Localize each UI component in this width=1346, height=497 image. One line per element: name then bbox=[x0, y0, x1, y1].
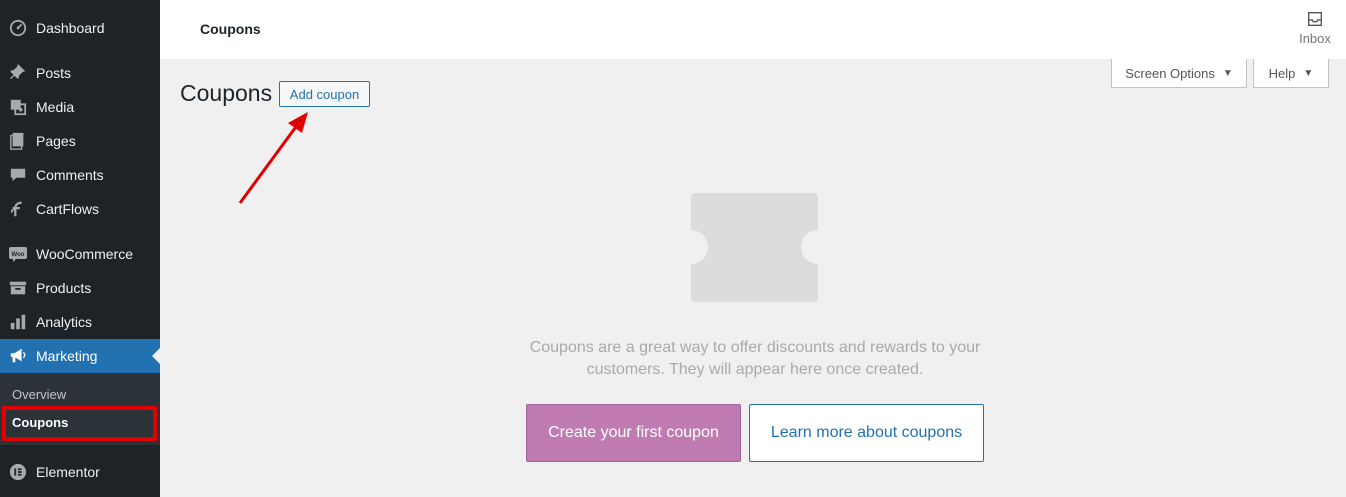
pin-icon bbox=[8, 63, 28, 83]
sidebar-item-label: Elementor bbox=[36, 464, 100, 480]
dashboard-icon bbox=[8, 18, 28, 38]
header-title: Coupons bbox=[200, 21, 261, 37]
coupon-icon bbox=[691, 193, 818, 302]
sidebar-item-elementor[interactable]: Elementor bbox=[0, 455, 160, 489]
sidebar-item-label: Posts bbox=[36, 65, 72, 81]
inbox-label: Inbox bbox=[1299, 31, 1331, 46]
help-label: Help bbox=[1268, 65, 1296, 81]
inbox-button[interactable]: Inbox bbox=[1284, 10, 1346, 46]
sidebar-item-products[interactable]: Products bbox=[0, 271, 160, 305]
sidebar-item-label: Products bbox=[36, 280, 92, 296]
sidebar-item-posts[interactable]: Posts bbox=[0, 56, 160, 90]
sidebar-item-label: Analytics bbox=[36, 314, 93, 330]
sidebar-item-comments[interactable]: Comments bbox=[0, 158, 160, 192]
annotation-highlight-box bbox=[2, 406, 157, 441]
sidebar-item-label: Dashboard bbox=[36, 20, 105, 36]
chart-bar-icon bbox=[8, 312, 28, 332]
sidebar-item-label: Marketing bbox=[36, 348, 98, 364]
media-icon bbox=[8, 97, 28, 117]
elementor-icon bbox=[8, 462, 28, 482]
sidebar-item-label: WooCommerce bbox=[36, 246, 133, 262]
sidebar-item-marketing[interactable]: Marketing bbox=[0, 339, 160, 373]
learn-more-coupons-button[interactable]: Learn more about coupons bbox=[749, 404, 984, 462]
woo-badge-text: Woo bbox=[12, 252, 25, 258]
submenu-item-overview[interactable]: Overview bbox=[12, 387, 66, 402]
caret-down-icon: ▼ bbox=[1222, 67, 1233, 79]
annotation-arrow-icon bbox=[238, 112, 308, 204]
help-button[interactable]: Help ▼ bbox=[1253, 59, 1329, 88]
sidebar-item-dashboard[interactable]: Dashboard bbox=[0, 11, 160, 45]
sidebar-item-label: Comments bbox=[36, 167, 104, 183]
sidebar-item-woocommerce[interactable]: Woo WooCommerce bbox=[0, 237, 160, 271]
empty-state-message: Coupons are a great way to offer discoun… bbox=[529, 339, 981, 378]
sidebar-item-cartflows[interactable]: CartFlows bbox=[0, 192, 160, 226]
comment-icon bbox=[8, 165, 28, 185]
page-title: Coupons bbox=[180, 80, 273, 106]
add-coupon-button[interactable]: Add coupon bbox=[279, 81, 370, 107]
archive-icon bbox=[8, 278, 28, 298]
top-header-bar: Coupons Inbox bbox=[160, 0, 1346, 59]
caret-down-icon: ▼ bbox=[1303, 67, 1314, 79]
screen-options-label: Screen Options bbox=[1125, 65, 1215, 81]
screen-options-button[interactable]: Screen Options ▼ bbox=[1111, 59, 1247, 88]
woo-icon: Woo bbox=[8, 244, 28, 264]
cartflows-icon bbox=[8, 199, 28, 219]
create-first-coupon-button[interactable]: Create your first coupon bbox=[526, 404, 741, 462]
pages-icon bbox=[8, 131, 28, 151]
admin-sidebar: Dashboard Posts Media Pages Comments Car… bbox=[0, 0, 160, 497]
sidebar-item-label: Media bbox=[36, 99, 75, 115]
sidebar-item-analytics[interactable]: Analytics bbox=[0, 305, 160, 339]
megaphone-icon bbox=[8, 346, 28, 366]
sidebar-item-label: Pages bbox=[36, 133, 76, 149]
sidebar-item-media[interactable]: Media bbox=[0, 90, 160, 124]
sidebar-item-label: CartFlows bbox=[36, 201, 100, 217]
sidebar-item-pages[interactable]: Pages bbox=[0, 124, 160, 158]
inbox-icon bbox=[1308, 12, 1322, 26]
